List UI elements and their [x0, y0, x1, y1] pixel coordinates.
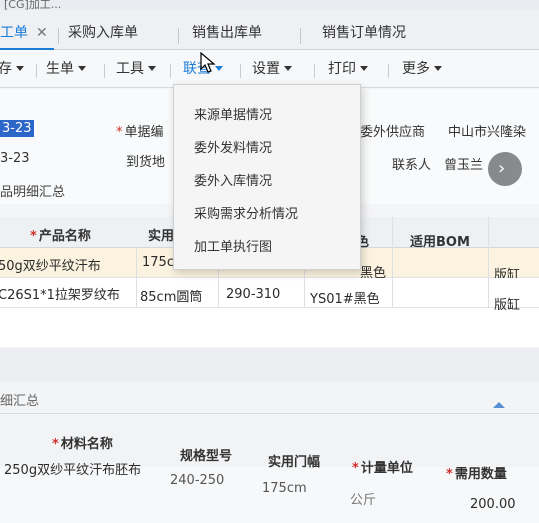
- next-page-button[interactable]: ›: [488, 152, 522, 186]
- cell-material-name[interactable]: 250g双纱平纹汗布胚布: [4, 459, 141, 478]
- column-header-label: 产品名称: [38, 229, 91, 244]
- toolbar-label: 工具: [116, 61, 144, 77]
- contact-label: 联系人: [392, 158, 432, 173]
- required-marker: *: [352, 461, 359, 476]
- doc-no-label: * 单据编: [116, 121, 164, 140]
- supplier-field[interactable]: 中山市兴隆染: [448, 121, 526, 140]
- required-marker: *: [446, 467, 453, 482]
- menu-item-source-document[interactable]: 来源单据情况: [194, 104, 272, 123]
- cell-product-name[interactable]: C26S1*1拉架罗纹布: [0, 284, 120, 303]
- cell-unit[interactable]: 公斤: [350, 489, 376, 508]
- product-detail-summary-link[interactable]: 品明细汇总: [0, 181, 65, 200]
- toolbar-divider: [36, 64, 37, 78]
- chevron-down-icon: [284, 66, 292, 71]
- required-marker: *: [116, 125, 123, 140]
- tab-bar: 工单 ✕ 采购入库单 销售出库单 销售订单情况: [0, 10, 539, 50]
- column-header-label: 计量单位: [360, 461, 413, 476]
- toolbar-label: 打印: [328, 61, 356, 77]
- tab-divider: [178, 28, 179, 44]
- column-header-unit: * 计量单位: [352, 457, 413, 476]
- cell-color[interactable]: YS01#黑色: [310, 288, 380, 307]
- tab-sales-order-status[interactable]: 销售订单情况: [322, 18, 406, 50]
- cell-required-qty[interactable]: 200.00: [470, 497, 516, 512]
- column-header-label: 材料名称: [60, 437, 113, 452]
- arrival-location-label: 到货地: [126, 155, 166, 170]
- tools-button[interactable]: 工具: [116, 58, 156, 80]
- chevron-down-icon: [16, 66, 24, 71]
- arrival-date-field[interactable]: 3-23: [0, 151, 30, 166]
- more-button[interactable]: 更多: [402, 58, 442, 80]
- supplier-label: 委外供应商: [360, 125, 426, 140]
- print-button[interactable]: 打印: [328, 58, 368, 80]
- chevron-down-icon: [78, 66, 86, 71]
- toolbar-divider: [104, 64, 105, 78]
- toolbar-divider: [388, 64, 389, 78]
- toolbar-divider: [170, 64, 171, 78]
- column-header-material-name: * 材料名称: [52, 433, 113, 452]
- cell-product-name[interactable]: 50g双纱平纹汗布: [0, 255, 101, 274]
- table-row[interactable]: C26S1*1拉架罗纹布 85cm圆筒 290-310 YS01#黑色 版缸: [0, 278, 539, 313]
- cell-spec[interactable]: 240-250: [170, 473, 224, 488]
- contact-field[interactable]: 曾玉兰: [444, 154, 483, 173]
- tab-active-order[interactable]: 工单 ✕: [0, 18, 54, 50]
- cell-usable-width[interactable]: 175c: [142, 255, 174, 270]
- toolbar-label: 存: [0, 61, 12, 77]
- material-detail-grid: * 材料名称 规格型号 实用门幅 * 计量单位 * 需用数量 250g双纱平纹汗布胚布…: [0, 415, 539, 523]
- linked-query-dropdown: 来源单据情况 委外发料情况 委外入库情况 采购需求分析情况 加工单执行图: [173, 84, 361, 270]
- column-divider: [392, 217, 393, 308]
- tab-divider: [300, 28, 301, 44]
- settings-button[interactable]: 设置: [252, 58, 292, 80]
- toolbar-divider: [240, 64, 241, 78]
- chevron-down-icon: [360, 66, 368, 71]
- cell-weight[interactable]: 290-310: [226, 287, 280, 302]
- generate-button[interactable]: 生单: [46, 58, 86, 80]
- column-header-product-name: * 产品名称: [30, 225, 91, 244]
- required-marker: *: [52, 437, 59, 452]
- column-divider: [136, 248, 137, 308]
- section-band: [0, 348, 539, 382]
- cell-usable-width[interactable]: 85cm圆筒: [140, 286, 202, 305]
- chevron-down-icon: [434, 66, 442, 71]
- doc-no-label-text: 单据编: [124, 125, 164, 140]
- column-divider: [488, 217, 489, 308]
- chevron-down-icon: [215, 66, 223, 71]
- tab-sales-delivery[interactable]: 销售出库单: [192, 18, 262, 50]
- toolbar-label: 设置: [252, 61, 280, 77]
- menu-item-purchase-demand-analysis[interactable]: 采购需求分析情况: [194, 203, 298, 222]
- tab-purchase-receipt[interactable]: 采购入库单: [68, 18, 138, 50]
- column-header-usable-width: 实用门幅: [268, 455, 321, 470]
- material-summary-title: 细汇总: [0, 394, 40, 409]
- column-header-spec: 规格型号: [180, 449, 233, 464]
- close-icon[interactable]: ✕: [36, 25, 48, 41]
- chevron-right-icon: ›: [498, 158, 506, 179]
- tab-divider: [58, 28, 59, 44]
- window-top-strip: [CG]加工...: [0, 0, 539, 11]
- toolbar-label: 更多: [402, 61, 430, 77]
- menu-item-outsourced-receipt[interactable]: 委外入库情况: [194, 170, 272, 189]
- toolbar-divider: [314, 64, 315, 78]
- required-marker: *: [30, 229, 37, 244]
- order-date-field[interactable]: 3-23: [0, 120, 34, 137]
- column-header-required-qty: * 需用数量: [446, 463, 507, 482]
- cell-bom[interactable]: 版缸: [494, 294, 520, 313]
- toolbar: 存 生单 工具 联查 设置 打印 更多: [0, 50, 539, 88]
- save-button[interactable]: 存: [0, 58, 24, 80]
- toolbar-label: 生单: [46, 61, 74, 77]
- chevron-down-icon: [148, 66, 156, 71]
- menu-item-outsourced-issue[interactable]: 委外发料情况: [194, 137, 272, 156]
- tab-label: 工单: [0, 25, 28, 41]
- column-header-usable-width: 实用: [148, 229, 175, 244]
- material-summary-header: 细汇总: [0, 382, 539, 414]
- mouse-cursor-icon: [200, 52, 216, 73]
- collapse-icon[interactable]: [493, 402, 505, 408]
- menu-item-processing-execution-chart[interactable]: 加工单执行图: [194, 236, 272, 255]
- column-header-label: 需用数量: [454, 467, 507, 482]
- cell-usable-width[interactable]: 175cm: [262, 481, 307, 496]
